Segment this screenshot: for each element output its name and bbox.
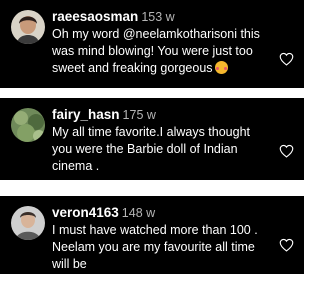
blush-face-emoji <box>214 61 228 74</box>
comment-time: 153 w <box>141 10 175 24</box>
comment-body: Oh my word @neelamkotharisoni this was m… <box>52 27 260 75</box>
comment-time: 148 w <box>121 206 156 220</box>
comment-header: fairy_hasn 175 w <box>52 106 156 124</box>
user-avatar[interactable] <box>11 10 45 44</box>
comment-header: veron4163 148 w <box>52 204 155 222</box>
comment-card: fairy_hasn 175 w My all time favorite.I a… <box>0 98 304 180</box>
comment-body: My all time favorite.I always thought yo… <box>52 125 250 173</box>
user-avatar[interactable] <box>11 206 45 240</box>
comment-card: raeesaosman 153 w Oh my word @neelamkotha… <box>0 0 304 88</box>
comment-card: veron4163 148 w I must have watched more … <box>0 196 304 274</box>
user-avatar[interactable] <box>11 108 45 142</box>
comment-text: Oh my word @neelamkotharisoni this was m… <box>52 26 262 77</box>
username[interactable]: veron4163 <box>52 205 119 220</box>
comment-text: My all time favorite.I always thought yo… <box>52 124 262 175</box>
heart-outline-icon[interactable] <box>279 52 294 66</box>
comment-time: 175 w <box>122 108 156 122</box>
comment-body: I must have watched more than 100 . Neel… <box>52 223 258 271</box>
comment-text: I must have watched more than 100 . Neel… <box>52 222 262 273</box>
comment-header: raeesaosman 153 w <box>52 8 175 26</box>
heart-outline-icon[interactable] <box>279 144 294 158</box>
username[interactable]: fairy_hasn <box>52 107 120 122</box>
username[interactable]: raeesaosman <box>52 9 138 24</box>
heart-outline-icon[interactable] <box>279 238 294 252</box>
